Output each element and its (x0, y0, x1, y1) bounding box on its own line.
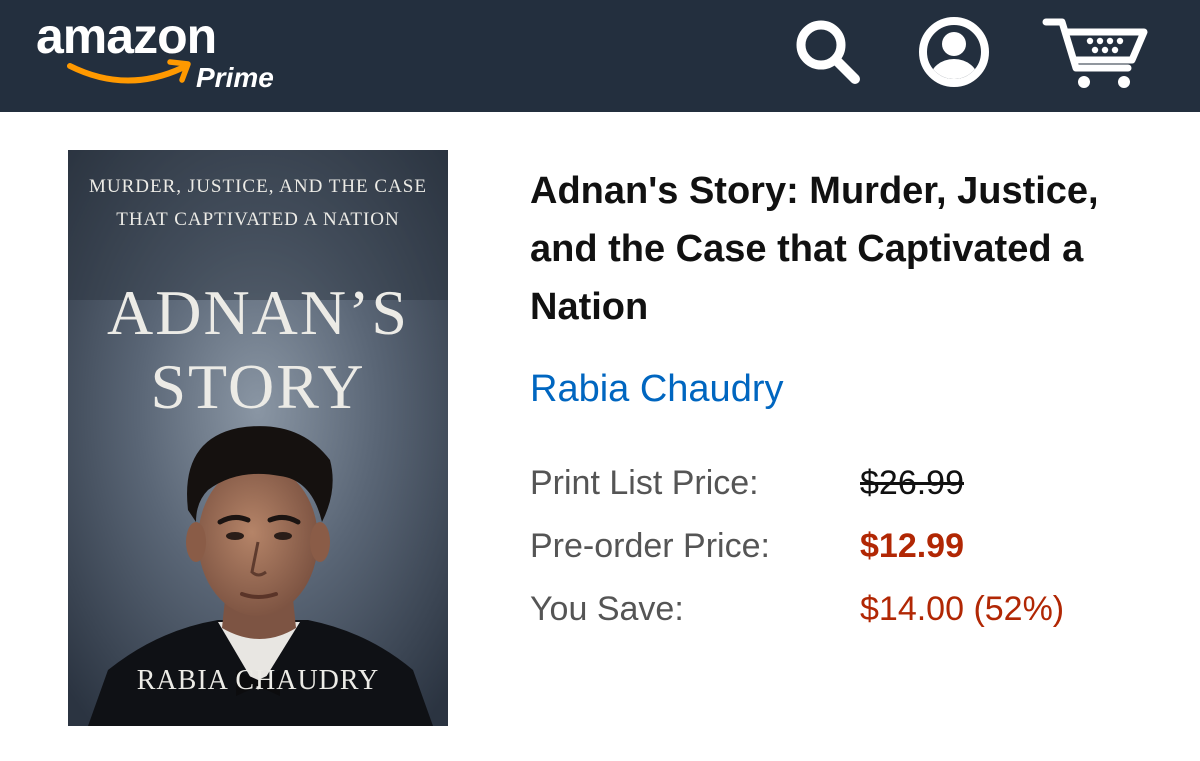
product-title: Adnan's Story: Murder, Justice, and the … (530, 170, 1099, 328)
amazon-prime-logo[interactable]: amazon Prime (36, 6, 296, 102)
account-button[interactable] (914, 12, 994, 92)
savings-value: $14.00 (52%) (860, 590, 1065, 628)
account-icon (919, 17, 989, 87)
cover-title-line: STORY (150, 351, 366, 422)
cover-portrait-illustration (68, 150, 448, 726)
preorder-price-row: Pre-order Price: $12.99 (530, 523, 1170, 569)
list-price-value: $26.99 (860, 464, 964, 502)
savings-row: You Save: $14.00 (52%) (530, 586, 1170, 632)
cart-button[interactable] (1040, 12, 1150, 92)
preorder-price-value: $12.99 (860, 527, 964, 565)
cover-author: RABIA CHAUDRY (136, 665, 380, 696)
cover-title: ADNAN’S STORY (68, 276, 448, 424)
savings-label: You Save: (530, 590, 684, 628)
cover-title-line: ADNAN’S (107, 277, 409, 348)
preorder-price-label: Pre-order Price: (530, 527, 770, 565)
author-link[interactable]: Rabia Chaudry (530, 364, 783, 414)
smile-arrow-icon (67, 59, 191, 84)
logo-wordmark: amazon (36, 8, 217, 64)
book-cover-image[interactable]: MURDER, JUSTICE, AND THE CASE THAT CAPTI… (68, 150, 448, 726)
top-nav-bar: amazon Prime (0, 0, 1200, 112)
logo-prime-text: Prime (196, 62, 274, 93)
list-price-label: Print List Price: (530, 464, 759, 502)
list-price-row: Print List Price: $26.99 (530, 460, 1170, 506)
search-icon (796, 20, 860, 84)
cover-tagline: MURDER, JUSTICE, AND THE CASE THAT CAPTI… (89, 176, 427, 230)
cart-icon (1042, 18, 1148, 88)
search-button[interactable] (788, 12, 868, 92)
